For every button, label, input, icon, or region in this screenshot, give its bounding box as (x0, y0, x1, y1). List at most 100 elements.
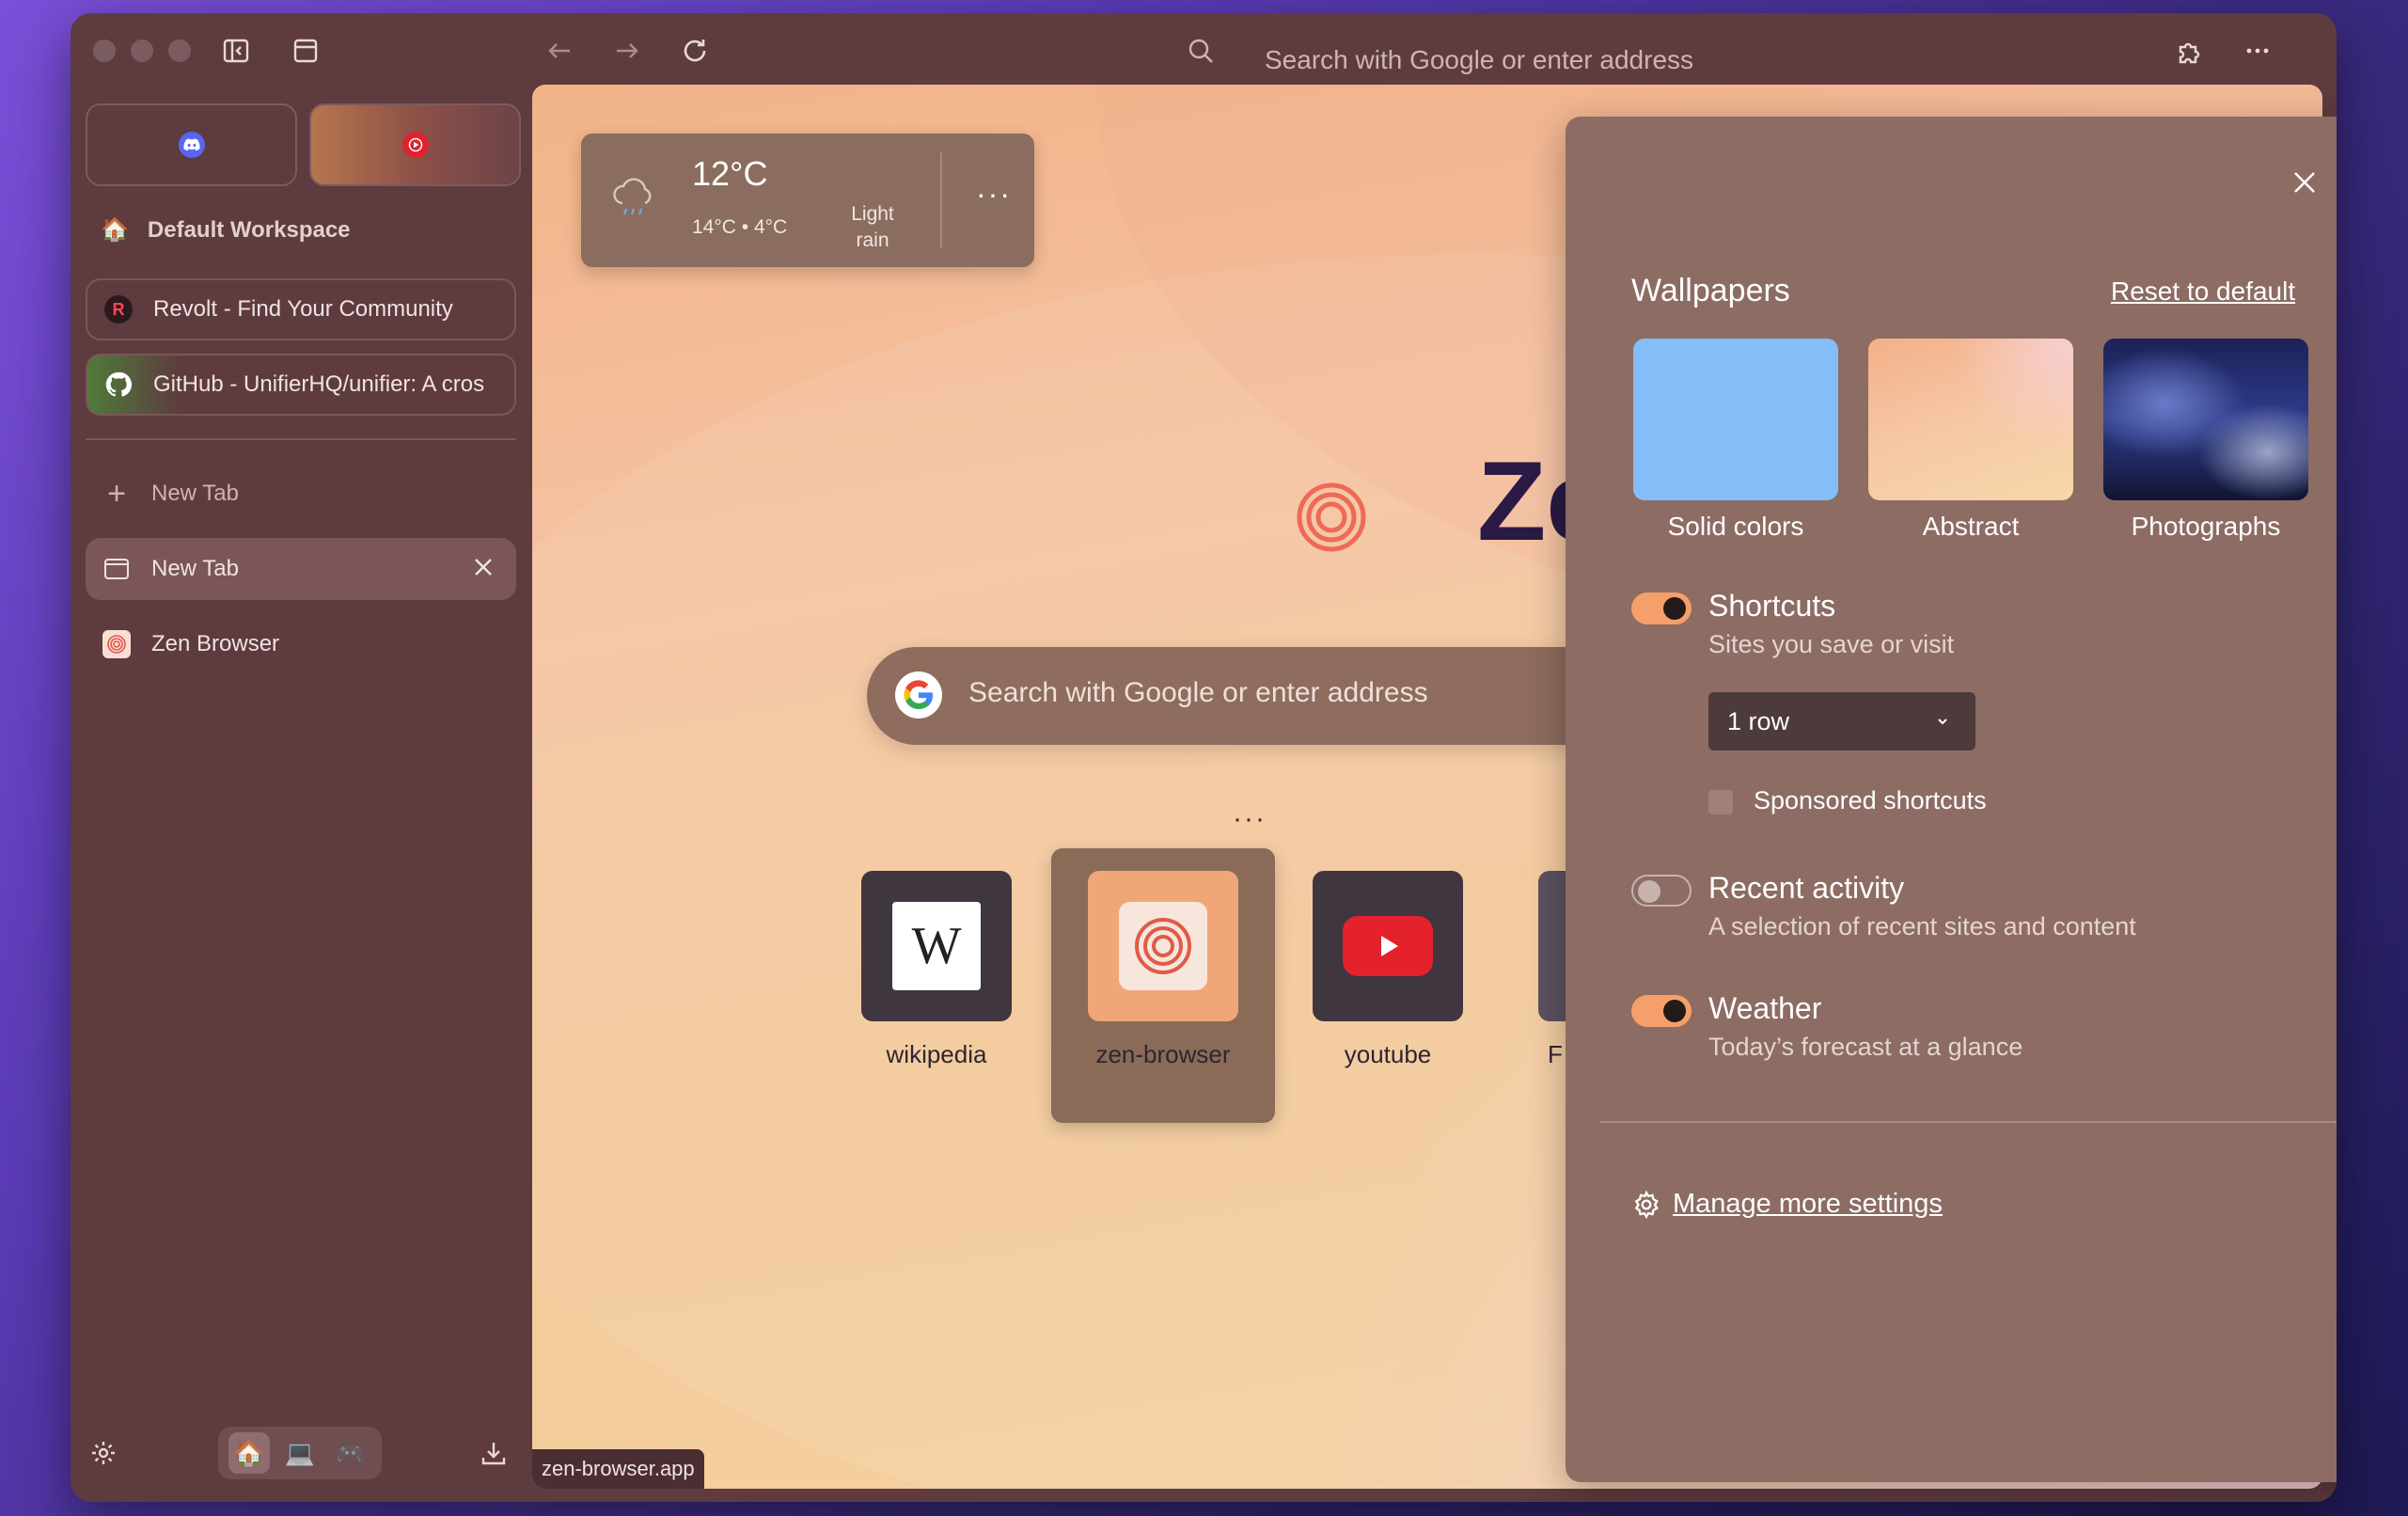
gear-icon (1634, 1190, 1659, 1219)
tab-title: GitHub - UnifierHQ/unifier: A cros (153, 371, 485, 397)
weather-description-line: Light (851, 203, 894, 225)
workspace-gamepad-icon[interactable]: 🎮 (330, 1432, 371, 1474)
sidebar-divider (86, 438, 516, 440)
window-minimize-button[interactable] (131, 39, 153, 62)
search-input[interactable]: Search with Google or enter address (968, 677, 1428, 709)
shortcuts-title: Shortcuts (1708, 589, 1836, 623)
weather-separator (940, 152, 942, 248)
shortcut-options-icon[interactable]: ··· (1233, 803, 1267, 835)
shortcuts-toggle[interactable] (1631, 592, 1692, 624)
shortcut-wikipedia[interactable]: W (861, 871, 1012, 1021)
new-tab-button[interactable]: + New Tab (86, 463, 516, 525)
toggle-knob (1638, 880, 1660, 903)
weather-title: Weather (1708, 991, 1822, 1025)
youtube-icon (1343, 916, 1433, 976)
revolt-icon: R (104, 295, 133, 324)
shortcut-rows-select[interactable]: 1 row (1708, 692, 1975, 750)
home-icon: 🏠 (101, 217, 129, 243)
tab-title: Revolt - Find Your Community (153, 296, 453, 322)
reset-to-default-link[interactable]: Reset to default (2111, 276, 2295, 307)
zen-logo-icon (1275, 461, 1388, 578)
recent-activity-toggle[interactable] (1631, 875, 1692, 907)
close-icon[interactable] (2284, 162, 2325, 203)
wallpapers-title: Wallpapers (1631, 273, 1790, 308)
tab-revolt[interactable]: R Revolt - Find Your Community (86, 278, 516, 340)
blank-page-icon (102, 555, 131, 583)
github-icon (104, 371, 133, 399)
search-icon (1182, 32, 1220, 70)
window-close-button[interactable] (93, 39, 116, 62)
sidebar: 🏠 Default Workspace R Revolt - Find Your… (71, 85, 531, 1502)
recent-activity-subtitle: A selection of recent sites and content (1708, 912, 2136, 940)
tab-github[interactable]: GitHub - UnifierHQ/unifier: A cros (86, 354, 516, 416)
weather-temperature: 12°C (692, 154, 768, 193)
wallpaper-photographs[interactable] (2103, 339, 2308, 500)
zen-logo-icon (102, 630, 131, 658)
weather-description-line: rain (856, 229, 889, 251)
workspace-header[interactable]: 🏠 Default Workspace (101, 216, 351, 244)
toolbar: Search with Google or enter address (71, 13, 2337, 85)
extensions-icon[interactable] (2171, 32, 2209, 70)
pinned-tab-youtube-music[interactable] (309, 103, 521, 186)
weather-subtitle: Today’s forecast at a glance (1708, 1033, 2023, 1061)
zen-logo-icon (1119, 902, 1207, 990)
weather-range: 14°C • 4°C (692, 216, 788, 238)
manage-settings-label: Manage more settings (1673, 1189, 1943, 1219)
shortcut-label: zen-browser (1095, 1040, 1231, 1068)
window-zoom-button[interactable] (168, 39, 191, 62)
tab-new-tab-active[interactable]: New Tab (86, 538, 516, 600)
toggle-knob (1663, 1000, 1686, 1022)
back-arrow-icon[interactable] (541, 32, 578, 70)
rain-cloud-icon (607, 171, 660, 229)
sidebar-footer: 🏠 💻 🎮 (71, 1427, 531, 1483)
panel-divider (1599, 1121, 2337, 1123)
wallpaper-abstract[interactable] (1868, 339, 2073, 500)
wallpaper-label: Abstract (1922, 512, 2020, 541)
status-url: zen-browser.app (532, 1449, 704, 1489)
shortcut-label: F (1548, 1040, 1563, 1068)
pinned-tab-discord[interactable] (86, 103, 297, 186)
weather-more-icon[interactable]: ··· (976, 177, 1012, 212)
menu-more-icon[interactable] (2239, 32, 2276, 70)
wallpaper-solid-colors[interactable] (1633, 339, 1838, 500)
workspace-laptop-icon[interactable]: 💻 (279, 1432, 321, 1474)
shortcut-zen-browser[interactable] (1088, 871, 1238, 1021)
google-icon (895, 671, 942, 719)
compact-mode-icon[interactable] (287, 32, 324, 70)
close-tab-icon[interactable] (471, 555, 496, 586)
toggle-knob (1663, 597, 1686, 620)
browser-window: Search with Google or enter address 🏠 De… (71, 13, 2337, 1502)
tab-zen-browser[interactable]: Zen Browser (86, 613, 516, 675)
reload-icon[interactable] (676, 32, 714, 70)
sponsored-shortcuts-label: Sponsored shortcuts (1754, 786, 1987, 814)
manage-settings-link[interactable]: Manage more settings (1631, 1189, 1943, 1220)
workspace-home-icon[interactable]: 🏠 (228, 1432, 270, 1474)
tab-title: New Tab (151, 556, 239, 581)
url-input[interactable]: Search with Google or enter address (1265, 45, 1693, 75)
shortcut-label: wikipedia (886, 1040, 987, 1068)
discord-icon (178, 132, 205, 158)
new-tab-label: New Tab (151, 481, 239, 506)
plus-icon: + (107, 475, 126, 512)
download-icon[interactable] (475, 1434, 512, 1472)
weather-description: Light rain (833, 201, 912, 254)
workspace-switcher: 🏠 💻 🎮 (218, 1427, 382, 1479)
forward-arrow-icon[interactable] (608, 32, 646, 70)
tab-title: Zen Browser (151, 631, 280, 656)
select-value: 1 row (1727, 706, 1790, 735)
sponsored-shortcuts-checkbox[interactable] (1708, 790, 1733, 814)
shortcut-youtube[interactable] (1313, 871, 1463, 1021)
weather-widget[interactable]: 12°C 14°C • 4°C Light rain ··· (581, 134, 1034, 267)
chevron-down-icon (1932, 709, 1953, 738)
wikipedia-icon: W (892, 902, 981, 990)
sidebar-toggle-icon[interactable] (217, 32, 255, 70)
wallpaper-label: Solid colors (1667, 512, 1804, 541)
wallpaper-label: Photographs (2131, 512, 2281, 541)
recent-activity-title: Recent activity (1708, 871, 1905, 905)
settings-gear-icon[interactable] (85, 1434, 122, 1472)
workspace-name: Default Workspace (147, 216, 351, 243)
weather-toggle[interactable] (1631, 995, 1692, 1027)
shortcuts-subtitle: Sites you save or visit (1708, 630, 1955, 658)
shortcut-label: youtube (1344, 1040, 1432, 1068)
customize-panel: Wallpapers Reset to default Solid colors… (1566, 117, 2337, 1482)
